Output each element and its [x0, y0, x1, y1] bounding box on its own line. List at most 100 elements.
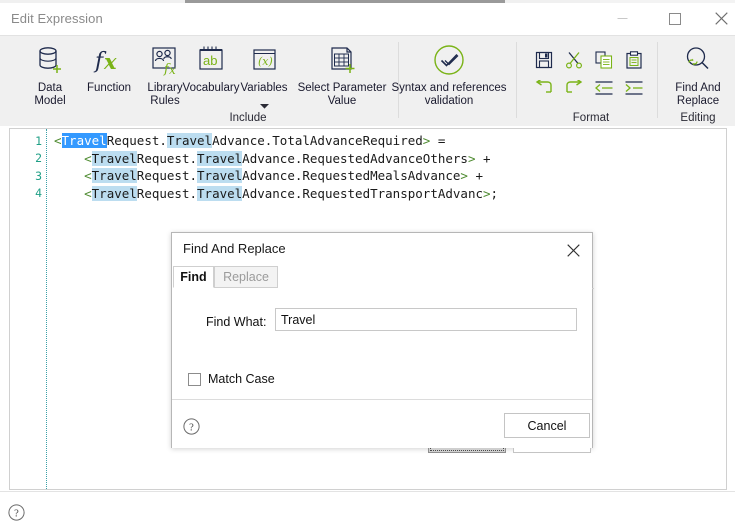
ribbon-group-label-format: Format — [572, 112, 610, 124]
ribbon-button-function[interactable]: f x Function — [81, 40, 137, 95]
find-and-replace-dialog: Find And Replace Find Replace Find What:… — [171, 232, 594, 453]
line-number: 2 — [35, 151, 42, 165]
close-icon — [566, 243, 580, 257]
dialog-title: Find And Replace — [183, 241, 286, 256]
ribbon-button-label: Syntax and references validation — [391, 82, 507, 107]
code-token: Request. — [136, 150, 198, 166]
save-button[interactable] — [529, 46, 559, 74]
help-button[interactable]: ? — [8, 504, 25, 526]
copy-button[interactable] — [589, 46, 619, 74]
ribbon-button-label: Vocabulary — [182, 82, 240, 94]
line-number-gutter: 1 2 3 4 — [10, 129, 46, 489]
line-number: 3 — [35, 169, 42, 183]
match-case-label: Match Case — [208, 372, 275, 386]
undo-button[interactable] — [529, 74, 559, 102]
ribbon-button-find-and-replace[interactable]: Find And Replace — [661, 40, 735, 108]
function-fx-icon: f x — [93, 40, 125, 80]
paste-icon — [626, 51, 642, 69]
title-bar: Edit Expression — [0, 3, 735, 36]
code-token: Advance.TotalAdvanceRequired — [212, 133, 423, 148]
ribbon-button-select-parameter-value[interactable]: Select Parameter Value — [290, 40, 394, 108]
dialog-help-button[interactable]: ? — [183, 418, 200, 440]
code-token: + — [467, 168, 484, 183]
code-token: + — [475, 150, 491, 166]
ribbon-separator — [516, 42, 517, 118]
search-match-highlight: Travel — [197, 185, 243, 201]
ribbon-button-variables[interactable]: (x) Variables — [236, 40, 292, 114]
outdent-icon — [595, 81, 613, 95]
code-token: Request. — [136, 185, 198, 201]
ribbon-group-include: Data Model f x Function f x Library Rule… — [9, 36, 386, 127]
tab-replace[interactable]: Replace — [214, 266, 278, 288]
code-token: ; — [490, 185, 499, 201]
code-token: > — [483, 185, 491, 201]
dialog-tabstrip: Find Replace — [172, 266, 594, 289]
svg-text:x: x — [103, 49, 117, 74]
window-title: Edit Expression — [11, 11, 103, 26]
ribbon-group-label-include: Include — [229, 112, 267, 124]
ribbon-group-editing: Find And Replace Editing — [661, 36, 735, 127]
save-icon — [535, 51, 553, 69]
maximize-button[interactable] — [652, 3, 697, 34]
dialog-close-button[interactable] — [558, 237, 588, 263]
help-icon: ? — [183, 418, 200, 435]
indent-button[interactable] — [619, 74, 649, 102]
ribbon-toolbar: Data Model f x Function f x Library Rule… — [0, 35, 735, 126]
help-icon: ? — [8, 504, 25, 521]
find-replace-icon — [682, 40, 714, 80]
code-token: Advance.RequestedAdvanceOthers — [242, 150, 468, 166]
close-icon — [715, 12, 728, 25]
search-match-highlight: Travel — [91, 150, 137, 166]
dialog-cancel-button[interactable]: Cancel — [504, 413, 590, 438]
search-match-highlight: Travel — [61, 133, 107, 148]
svg-text:(x): (x) — [258, 55, 273, 68]
line-number: 1 — [35, 134, 42, 148]
svg-text:?: ? — [189, 422, 194, 433]
close-button[interactable] — [699, 3, 735, 34]
search-match-highlight: Travel — [197, 168, 243, 183]
code-text[interactable]: <TravelRequest.TravelAdvance.TotalAdvanc… — [54, 132, 726, 202]
cut-button[interactable] — [559, 46, 589, 74]
search-match-highlight: Travel — [91, 168, 137, 183]
ribbon-button-label: Find And Replace — [675, 82, 721, 107]
ribbon-button-data-model[interactable]: Data Model — [21, 40, 79, 108]
code-token: < — [84, 150, 92, 166]
minimize-button[interactable] — [600, 3, 645, 34]
code-line: <TravelRequest.TravelAdvance.TotalAdvanc… — [54, 132, 726, 150]
search-match-highlight: Travel — [166, 133, 213, 148]
svg-text:ab: ab — [203, 53, 217, 68]
svg-text:?: ? — [14, 508, 19, 519]
tab-find[interactable]: Find — [173, 266, 214, 288]
copy-icon — [595, 51, 613, 69]
undo-icon — [535, 80, 552, 93]
outdent-button[interactable] — [589, 74, 619, 102]
match-case-row[interactable]: Match Case — [188, 372, 275, 386]
redo-icon — [566, 80, 583, 93]
ribbon-button-label: Select Parameter Value — [297, 82, 387, 107]
code-line: <TravelRequest.TravelAdvance.RequestedAd… — [54, 150, 726, 168]
paste-button[interactable] — [619, 46, 649, 74]
ribbon-button-label: Variables — [240, 82, 288, 94]
check-circle-icon — [432, 40, 466, 80]
window-footer: ? OK Cancel — [0, 491, 735, 532]
code-token: > — [460, 168, 468, 183]
dialog-body: Find What: Match Case Find All Find Next — [172, 288, 592, 453]
edit-expression-window: Edit Expression Data Model f x Function … — [0, 0, 735, 532]
code-token: Advance.RequestedMealsAdvance — [242, 168, 461, 183]
ribbon-button-syntax-validation[interactable]: Syntax and references validation — [384, 40, 514, 108]
gutter-separator — [46, 129, 47, 489]
ribbon-button-label: Data Model — [34, 82, 66, 107]
minimize-icon — [617, 18, 628, 19]
code-token: < — [84, 185, 92, 201]
match-case-checkbox[interactable] — [188, 372, 201, 386]
code-line: <TravelRequest.TravelAdvance.RequestedMe… — [54, 167, 726, 185]
dialog-footer: ? Cancel — [172, 399, 592, 448]
variables-x-icon: (x) — [248, 40, 280, 80]
redo-button[interactable] — [559, 74, 589, 102]
line-number: 4 — [35, 186, 42, 200]
indent-icon — [625, 81, 643, 95]
database-add-icon — [35, 40, 65, 80]
ribbon-group-label-editing: Editing — [680, 112, 716, 124]
find-what-input[interactable] — [275, 308, 577, 331]
svg-text:x: x — [169, 63, 176, 76]
